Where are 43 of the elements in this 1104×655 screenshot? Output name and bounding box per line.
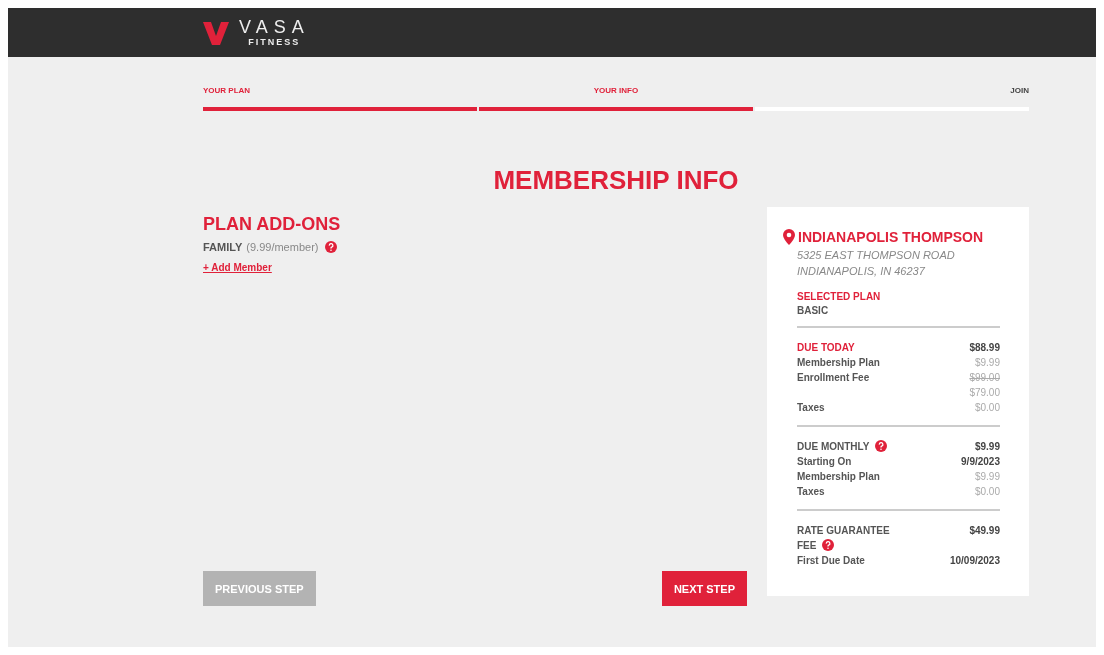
summary-value: $0.00	[974, 401, 1000, 415]
address-line: INDIANAPOLIS, IN 46237	[797, 265, 926, 277]
original-price: $99.00	[969, 371, 1000, 385]
help-icon[interactable]	[325, 241, 338, 253]
summary-label: Membership Plan	[797, 471, 880, 482]
summary-label: Enrollment Fee	[797, 372, 870, 383]
step-label: JOIN	[1010, 86, 1029, 97]
logo-v-icon	[203, 19, 229, 46]
plan-name: BASIC	[797, 305, 830, 316]
logo-word: VASA	[239, 18, 310, 36]
step-label: YOUR INFO	[593, 86, 639, 97]
addon-name: FAMILY	[203, 241, 243, 253]
summary-value: $9.99	[974, 440, 1000, 454]
summary-label: Taxes	[797, 486, 825, 497]
next-step-button[interactable]: NEXT STEP	[661, 571, 747, 606]
summary-value: $49.99	[969, 524, 1000, 538]
summary-label: RATE GUARANTEE	[797, 525, 890, 536]
summary-label: DUE TODAY	[797, 342, 855, 353]
summary-value: 9/9/2023	[961, 455, 1000, 469]
step-label: YOUR PLAN	[203, 86, 252, 97]
summary-label: Starting On	[797, 456, 852, 467]
addon-price: (9.99/member)	[246, 241, 319, 253]
summary-label: Membership Plan	[797, 357, 880, 368]
help-icon[interactable]	[875, 440, 888, 452]
logo-subtitle: FITNESS	[248, 38, 301, 47]
summary-value: 10/09/2023	[949, 554, 1000, 568]
selected-plan-label: SELECTED PLAN	[797, 291, 882, 302]
summary-value: $9.99	[974, 356, 1000, 370]
add-member-link[interactable]: + Add Member	[203, 262, 272, 273]
location-pin-icon	[783, 229, 795, 245]
help-icon[interactable]	[822, 539, 835, 551]
section-heading: PLAN ADD-ONS	[203, 213, 342, 235]
summary-value: $79.00	[969, 386, 1000, 400]
summary-value: $0.00	[974, 485, 1000, 499]
summary-value: $9.99	[974, 470, 1000, 484]
address-line: 5325 EAST THOMPSON ROAD	[797, 249, 956, 261]
location-name: INDIANAPOLIS THOMPSON	[798, 229, 984, 245]
summary-label: First Due Date	[797, 555, 865, 566]
summary-label: FEE	[797, 540, 817, 551]
summary-label: DUE MONTHLY	[797, 441, 870, 452]
page-title: MEMBERSHIP INFO	[492, 165, 740, 195]
summary-label: Taxes	[797, 402, 825, 413]
summary-value: $88.99	[969, 341, 1000, 355]
